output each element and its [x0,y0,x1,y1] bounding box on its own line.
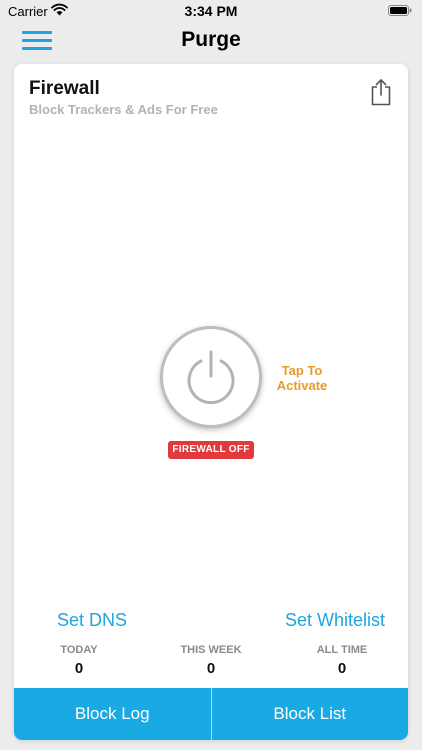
power-icon [187,350,235,405]
stat-this-week: THIS WEEK 0 [161,644,261,677]
page-title: Purge [181,28,241,51]
set-whitelist-button[interactable]: Set Whitelist [285,610,385,631]
status-badge: FIREWALL OFF [168,441,254,459]
stat-value: 0 [337,660,347,677]
stat-label: ALL TIME [316,644,368,656]
card-title: Firewall [29,78,100,99]
firewall-card: Firewall Block Trackers & Ads For Free T… [14,64,408,740]
block-log-button[interactable]: Block Log [14,688,211,740]
stat-label: THIS WEEK [180,644,242,656]
set-dns-button[interactable]: Set DNS [57,610,127,631]
card-subtitle: Block Trackers & Ads For Free [29,102,218,117]
status-time: 3:34 PM [184,3,238,19]
stat-value: 0 [74,660,84,677]
stat-today: TODAY 0 [29,644,129,677]
nav-bar: Purge [0,22,422,62]
share-icon[interactable] [369,78,393,106]
bottom-action-bar: Block Log Block List [14,688,408,740]
battery-icon [388,5,412,16]
status-bar: Carrier 3:34 PM [0,0,422,22]
stat-label: TODAY [60,644,98,656]
stat-all-time: ALL TIME 0 [292,644,392,677]
stat-value: 0 [206,660,216,677]
tap-to-activate-label: Tap To Activate [276,363,328,393]
block-list-button[interactable]: Block List [212,688,409,740]
power-button[interactable] [160,326,262,428]
